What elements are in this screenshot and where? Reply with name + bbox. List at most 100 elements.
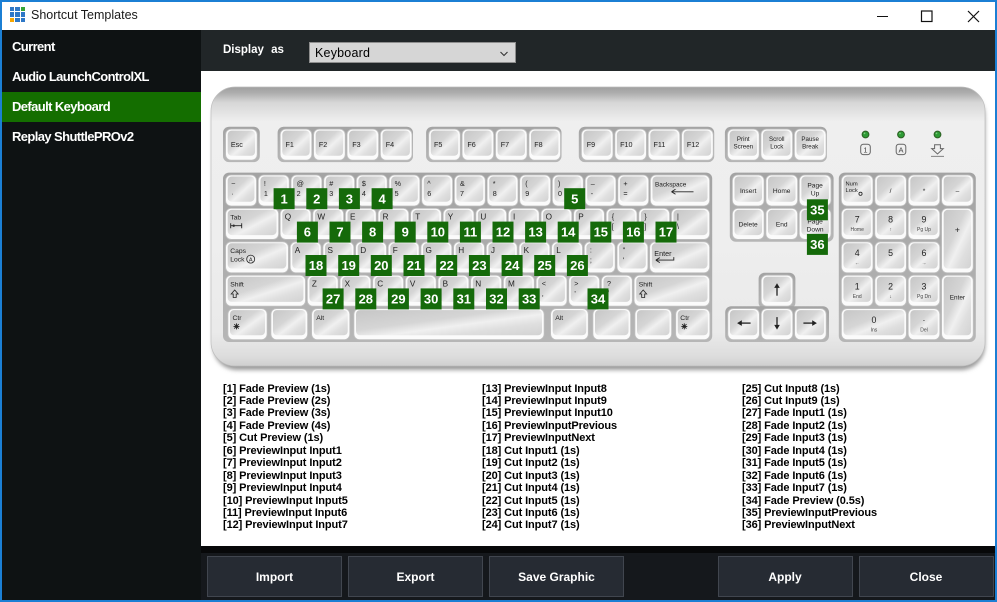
svg-text:Caps: Caps [230, 248, 246, 255]
svg-text:Z: Z [312, 280, 317, 289]
svg-text:13: 13 [528, 225, 542, 240]
svg-text:U: U [480, 213, 486, 222]
svg-text:|: | [677, 212, 679, 221]
svg-text:1: 1 [264, 189, 268, 198]
svg-text:19: 19 [341, 258, 355, 273]
svg-text:31: 31 [457, 292, 471, 307]
svg-text:29: 29 [391, 292, 405, 307]
svg-text:Ctr: Ctr [233, 315, 243, 322]
svg-text:11: 11 [464, 225, 478, 240]
svg-text:←: ← [855, 261, 860, 267]
svg-text:F5: F5 [434, 140, 442, 149]
svg-text:D: D [360, 246, 366, 255]
svg-text:Enter: Enter [654, 249, 672, 258]
svg-text:Page: Page [807, 182, 823, 189]
svg-text:25: 25 [537, 258, 551, 273]
svg-text:9: 9 [402, 225, 409, 240]
svg-text:9: 9 [525, 189, 529, 198]
svg-text:?: ? [607, 279, 611, 288]
svg-text:$: $ [362, 179, 366, 188]
svg-text:12: 12 [496, 225, 510, 240]
svg-text:": " [623, 246, 626, 255]
svg-text:↑: ↑ [889, 227, 892, 233]
svg-text:F12: F12 [687, 140, 699, 149]
svg-text:]: ] [644, 222, 646, 231]
svg-text:–: – [956, 188, 960, 195]
svg-text:N: N [475, 280, 481, 289]
svg-text:Alt: Alt [316, 315, 324, 322]
svg-text:15: 15 [594, 225, 608, 240]
svg-text:2: 2 [297, 189, 301, 198]
svg-text:A: A [295, 246, 301, 255]
svg-text:35: 35 [810, 202, 824, 217]
svg-text:Delete: Delete [739, 221, 758, 228]
svg-text:1: 1 [855, 282, 860, 292]
svg-text:J: J [491, 246, 495, 255]
svg-text:F1: F1 [286, 140, 294, 149]
svg-text:Insert: Insert [740, 188, 757, 195]
svg-text:2: 2 [313, 191, 320, 206]
svg-text:A: A [249, 257, 253, 263]
svg-text:Scroll: Scroll [769, 136, 784, 143]
svg-text:Ins: Ins [871, 327, 878, 333]
svg-text:I: I [513, 213, 515, 222]
svg-text:3: 3 [922, 282, 927, 292]
svg-text:·: · [923, 315, 926, 325]
svg-text:Down: Down [807, 227, 824, 234]
svg-text:32: 32 [489, 292, 503, 307]
svg-text:F10: F10 [620, 140, 632, 149]
svg-text:2: 2 [888, 282, 893, 292]
svg-text:Alt: Alt [555, 315, 563, 322]
svg-text:5: 5 [888, 248, 893, 258]
svg-text:5: 5 [395, 189, 399, 198]
svg-text:K: K [524, 246, 530, 255]
svg-text:6: 6 [427, 189, 431, 198]
svg-text:F9: F9 [587, 140, 595, 149]
svg-text:10: 10 [431, 225, 445, 240]
svg-text:7: 7 [460, 189, 464, 198]
svg-text:Print: Print [737, 136, 750, 143]
svg-text:18: 18 [309, 258, 323, 273]
svg-text:Lock: Lock [770, 143, 784, 150]
svg-text:Y: Y [448, 213, 454, 222]
svg-text:3: 3 [329, 189, 333, 198]
svg-text:W: W [317, 213, 325, 222]
svg-text:33: 33 [522, 292, 536, 307]
svg-text:4: 4 [362, 189, 366, 198]
svg-text:0: 0 [558, 189, 562, 198]
svg-text:L: L [556, 246, 561, 255]
svg-text:8: 8 [888, 215, 893, 225]
svg-text:34: 34 [591, 292, 606, 307]
svg-text:17: 17 [659, 225, 673, 240]
svg-text:4: 4 [378, 191, 386, 206]
svg-text:=: = [623, 189, 627, 198]
svg-text:20: 20 [374, 258, 388, 273]
svg-text:,: , [542, 289, 544, 298]
svg-text:O: O [546, 213, 552, 222]
svg-text:22: 22 [439, 258, 453, 273]
svg-text:F4: F4 [386, 140, 394, 149]
svg-text:23: 23 [472, 258, 486, 273]
svg-text:#: # [329, 179, 333, 188]
svg-text:3: 3 [346, 191, 353, 206]
svg-text:↓: ↓ [889, 294, 892, 300]
svg-text:/: / [890, 188, 892, 195]
svg-text:Del: Del [920, 327, 928, 333]
svg-text:Break: Break [802, 143, 819, 150]
svg-text:Ctr: Ctr [680, 315, 690, 322]
svg-text:+: + [955, 225, 960, 235]
svg-text:): ) [558, 179, 560, 188]
svg-text:4: 4 [855, 248, 860, 258]
svg-text:@: @ [297, 179, 304, 188]
svg-text:Enter: Enter [950, 294, 966, 301]
svg-text:5: 5 [571, 191, 578, 206]
svg-text:24: 24 [505, 258, 520, 273]
svg-text:·: · [231, 189, 233, 198]
svg-text:End: End [853, 294, 862, 300]
svg-text:%: % [395, 179, 402, 188]
svg-text:7: 7 [855, 215, 860, 225]
svg-text:B: B [443, 280, 449, 289]
svg-text:9: 9 [922, 215, 927, 225]
svg-text:6: 6 [922, 248, 927, 258]
svg-text:;: ; [590, 256, 592, 265]
